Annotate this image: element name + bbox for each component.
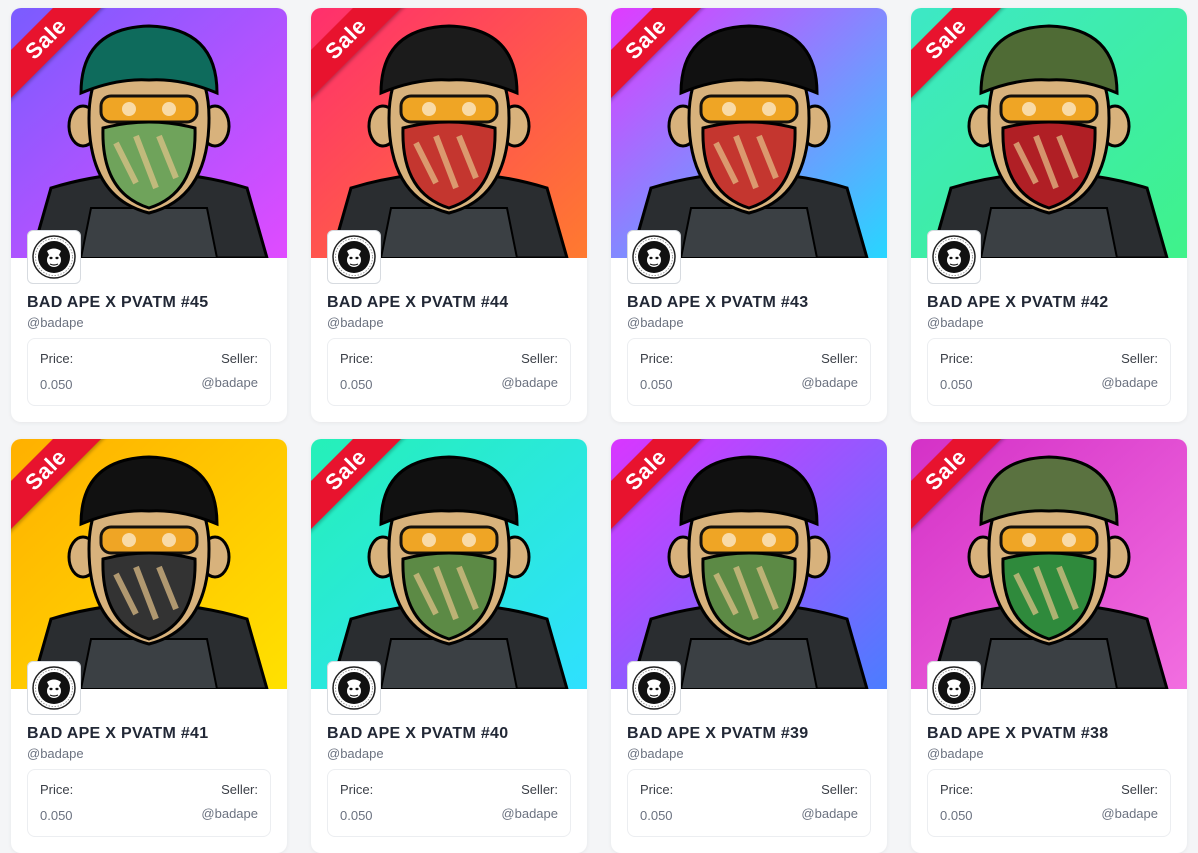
- nft-card[interactable]: Sale BAD APE X PVATM #39 @badape Price: …: [611, 439, 887, 853]
- nft-title[interactable]: BAD APE X PVATM #39: [627, 725, 808, 743]
- seller-label: Seller:: [821, 351, 858, 366]
- seller-label: Seller:: [1121, 782, 1158, 797]
- creator-avatar[interactable]: [327, 230, 381, 284]
- bad-ape-logo-icon: [632, 666, 676, 710]
- bad-ape-logo-icon: [32, 235, 76, 279]
- bad-ape-logo-icon: [32, 666, 76, 710]
- nft-card[interactable]: Sale BAD APE X PVATM #38 @badape Price: …: [911, 439, 1187, 853]
- creator-handle[interactable]: @badape: [27, 746, 84, 761]
- price-seller-box: Price: 0.050 Seller: @badape: [327, 338, 571, 406]
- price-label: Price:: [640, 782, 674, 797]
- creator-handle[interactable]: @badape: [327, 315, 384, 330]
- bad-ape-logo-icon: [332, 235, 376, 279]
- nft-title[interactable]: BAD APE X PVATM #44: [327, 294, 508, 312]
- seller-handle[interactable]: @badape: [501, 375, 558, 390]
- seller-handle[interactable]: @badape: [801, 375, 858, 390]
- creator-avatar[interactable]: [927, 230, 981, 284]
- bad-ape-logo-icon: [932, 235, 976, 279]
- creator-handle[interactable]: @badape: [627, 746, 684, 761]
- nft-title[interactable]: BAD APE X PVATM #38: [927, 725, 1108, 743]
- price-value: 0.050: [340, 377, 373, 392]
- bad-ape-logo-icon: [632, 235, 676, 279]
- price-label: Price:: [640, 351, 674, 366]
- creator-handle[interactable]: @badape: [27, 315, 84, 330]
- nft-artwork[interactable]: Sale: [911, 8, 1187, 258]
- creator-avatar[interactable]: [627, 230, 681, 284]
- seller-label: Seller:: [221, 782, 258, 797]
- nft-artwork[interactable]: Sale: [11, 439, 287, 689]
- seller-handle[interactable]: @badape: [501, 806, 558, 821]
- nft-card[interactable]: Sale BAD APE X PVATM #40 @badape Price: …: [311, 439, 587, 853]
- seller-label: Seller:: [821, 782, 858, 797]
- price-label: Price:: [940, 782, 974, 797]
- nft-card[interactable]: Sale BAD APE X PVATM #44 @badape Price: …: [311, 8, 587, 422]
- seller-handle[interactable]: @badape: [201, 806, 258, 821]
- nft-artwork[interactable]: Sale: [611, 439, 887, 689]
- price-value: 0.050: [940, 808, 973, 823]
- nft-title[interactable]: BAD APE X PVATM #45: [27, 294, 208, 312]
- nft-card[interactable]: Sale BAD APE X PVATM #45 @badape Price: …: [11, 8, 287, 422]
- nft-artwork[interactable]: Sale: [311, 8, 587, 258]
- creator-handle[interactable]: @badape: [927, 746, 984, 761]
- nft-title[interactable]: BAD APE X PVATM #41: [27, 725, 208, 743]
- price-seller-box: Price: 0.050 Seller: @badape: [927, 338, 1171, 406]
- nft-artwork[interactable]: Sale: [911, 439, 1187, 689]
- seller-label: Seller:: [521, 351, 558, 366]
- seller-label: Seller:: [221, 351, 258, 366]
- creator-handle[interactable]: @badape: [927, 315, 984, 330]
- price-seller-box: Price: 0.050 Seller: @badape: [627, 338, 871, 406]
- price-label: Price:: [40, 351, 74, 366]
- creator-avatar[interactable]: [627, 661, 681, 715]
- price-value: 0.050: [340, 808, 373, 823]
- nft-card[interactable]: Sale BAD APE X PVATM #42 @badape Price: …: [911, 8, 1187, 422]
- price-label: Price:: [940, 351, 974, 366]
- price-seller-box: Price: 0.050 Seller: @badape: [927, 769, 1171, 837]
- nft-artwork[interactable]: Sale: [611, 8, 887, 258]
- price-seller-box: Price: 0.050 Seller: @badape: [27, 769, 271, 837]
- price-seller-box: Price: 0.050 Seller: @badape: [627, 769, 871, 837]
- seller-handle[interactable]: @badape: [1101, 806, 1158, 821]
- nft-artwork[interactable]: Sale: [311, 439, 587, 689]
- nft-title[interactable]: BAD APE X PVATM #40: [327, 725, 508, 743]
- creator-avatar[interactable]: [27, 230, 81, 284]
- creator-avatar[interactable]: [927, 661, 981, 715]
- seller-label: Seller:: [521, 782, 558, 797]
- seller-handle[interactable]: @badape: [801, 806, 858, 821]
- nft-title[interactable]: BAD APE X PVATM #42: [927, 294, 1108, 312]
- seller-handle[interactable]: @badape: [1101, 375, 1158, 390]
- price-value: 0.050: [940, 377, 973, 392]
- price-value: 0.050: [640, 377, 673, 392]
- price-label: Price:: [340, 782, 374, 797]
- nft-card-grid: Sale BAD APE X PVATM #45 @badape Price: …: [0, 0, 1198, 853]
- nft-card[interactable]: Sale BAD APE X PVATM #43 @badape Price: …: [611, 8, 887, 422]
- nft-title[interactable]: BAD APE X PVATM #43: [627, 294, 808, 312]
- bad-ape-logo-icon: [332, 666, 376, 710]
- price-value: 0.050: [40, 808, 73, 823]
- price-value: 0.050: [40, 377, 73, 392]
- price-seller-box: Price: 0.050 Seller: @badape: [27, 338, 271, 406]
- bad-ape-logo-icon: [932, 666, 976, 710]
- price-seller-box: Price: 0.050 Seller: @badape: [327, 769, 571, 837]
- creator-handle[interactable]: @badape: [327, 746, 384, 761]
- nft-card[interactable]: Sale BAD APE X PVATM #41 @badape Price: …: [11, 439, 287, 853]
- creator-avatar[interactable]: [327, 661, 381, 715]
- price-label: Price:: [40, 782, 74, 797]
- seller-label: Seller:: [1121, 351, 1158, 366]
- creator-handle[interactable]: @badape: [627, 315, 684, 330]
- nft-artwork[interactable]: Sale: [11, 8, 287, 258]
- price-label: Price:: [340, 351, 374, 366]
- creator-avatar[interactable]: [27, 661, 81, 715]
- seller-handle[interactable]: @badape: [201, 375, 258, 390]
- price-value: 0.050: [640, 808, 673, 823]
